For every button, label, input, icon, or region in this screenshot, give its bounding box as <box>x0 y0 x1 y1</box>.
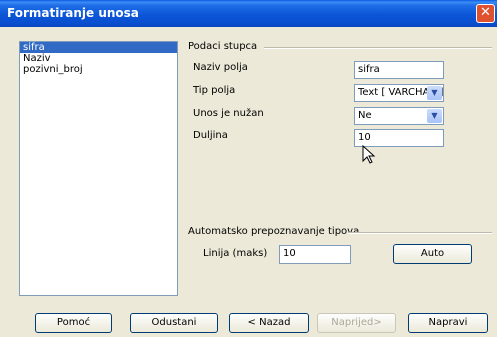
field-list[interactable]: sifra Naziv pozivni_broj <box>19 41 178 296</box>
list-item[interactable]: Naziv <box>20 53 177 64</box>
required-select[interactable]: Ne ▼ <box>354 107 444 125</box>
field-type-select[interactable]: Text [ VARCHAR ] ▼ <box>354 84 444 102</box>
lines-label: Linija (maks) <box>203 248 268 259</box>
next-button[interactable]: Naprijed> <box>317 313 396 333</box>
list-item[interactable]: pozivni_broj <box>20 64 177 75</box>
lines-input[interactable]: 10 <box>279 245 351 264</box>
auto-group-title: Automatsko prepoznavanje tipova <box>188 226 360 237</box>
required-label: Unos je nužan <box>193 108 264 119</box>
close-icon[interactable]: ✕ <box>476 4 495 23</box>
help-button[interactable]: Pomoć <box>35 313 112 333</box>
chevron-down-icon[interactable]: ▼ <box>427 109 442 123</box>
field-name-input[interactable]: sifra <box>354 61 444 79</box>
list-item[interactable]: sifra <box>20 42 177 53</box>
auto-group-divider <box>348 232 492 234</box>
auto-button[interactable]: Auto <box>393 244 472 264</box>
window-title: Formatiranje unosa <box>7 6 139 20</box>
dialog-window: Formatiranje unosa ✕ sifra Naziv pozivni… <box>0 0 497 337</box>
length-label: Duljina <box>193 130 228 141</box>
title-bar[interactable]: Formatiranje unosa ✕ <box>0 0 497 27</box>
chevron-down-icon[interactable]: ▼ <box>427 86 442 100</box>
column-group-divider <box>264 47 492 49</box>
required-value: Ne <box>358 110 372 121</box>
mouse-pointer-icon <box>362 145 376 164</box>
back-button[interactable]: < Nazad <box>229 313 309 333</box>
column-group-title: Podaci stupca <box>188 41 258 52</box>
field-name-label: Naziv polja <box>193 62 248 73</box>
field-type-label: Tip polja <box>193 85 236 96</box>
finish-button[interactable]: Napravi <box>408 313 488 333</box>
cancel-button[interactable]: Odustani <box>130 313 218 333</box>
